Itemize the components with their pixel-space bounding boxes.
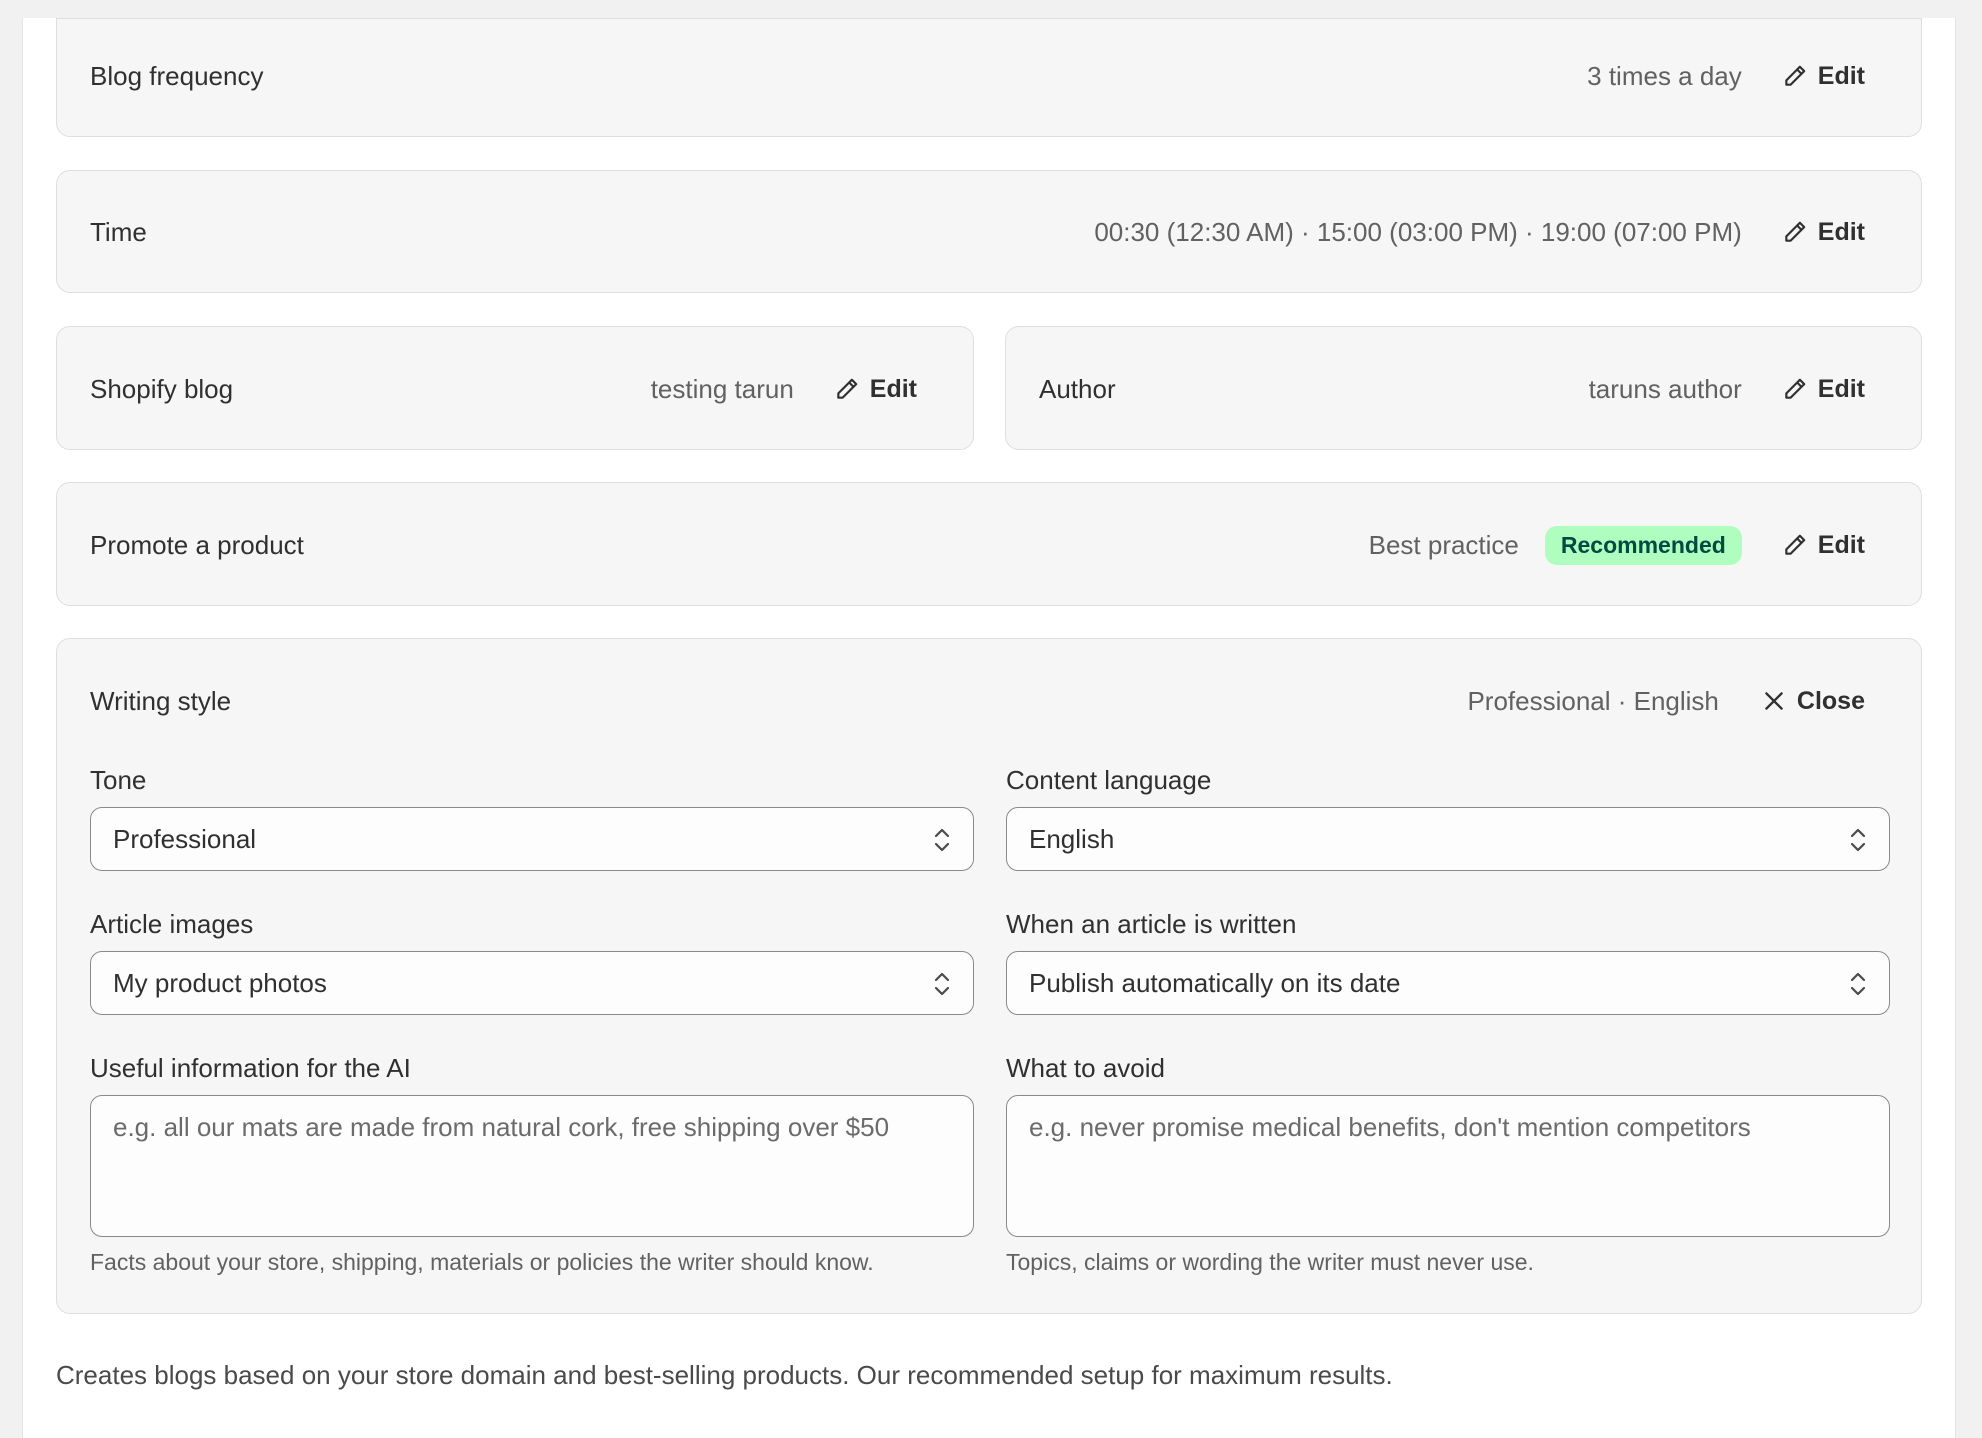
promote-product-card: Promote a product Best practice Recommen… — [56, 482, 1922, 606]
promote-product-label: Promote a product — [90, 530, 304, 560]
time-label: Time — [90, 217, 147, 247]
useful-info-textarea[interactable]: e.g. all our mats are made from natural … — [90, 1095, 974, 1237]
select-chevrons-icon — [934, 972, 950, 996]
author-label: Author — [1039, 374, 1116, 404]
shopify-blog-value: testing tarun — [650, 374, 794, 404]
content-language-select[interactable]: English — [1006, 807, 1890, 871]
pencil-icon — [1785, 534, 1806, 555]
blog-frequency-card: Blog frequency 3 times a day Edit — [56, 18, 1922, 137]
author-card: Author taruns author Edit — [1005, 326, 1922, 450]
pencil-icon — [1785, 65, 1806, 86]
recommended-badge: Recommended — [1544, 525, 1742, 565]
avoid-label: What to avoid — [1006, 1053, 1165, 1083]
writing-style-summary: Professional · English — [1467, 686, 1719, 716]
publish-mode-select[interactable]: Publish automatically on its date — [1006, 951, 1890, 1015]
useful-info-label: Useful information for the AI — [90, 1053, 411, 1083]
promote-product-value: Best practice — [1368, 530, 1519, 560]
time-value: 00:30 (12:30 AM) · 15:00 (03:00 PM) · 19… — [1094, 217, 1742, 247]
writing-style-close-button[interactable]: Close — [1761, 688, 1865, 714]
time-edit-button[interactable]: Edit — [1782, 219, 1865, 245]
writing-style-label: Writing style — [90, 686, 232, 716]
close-icon — [1765, 692, 1783, 710]
avoid-help: Topics, claims or wording the writer mus… — [1006, 1249, 1534, 1275]
footer-note: Creates blogs based on your store domain… — [56, 1360, 1393, 1390]
tone-select[interactable]: Professional — [90, 807, 974, 871]
pencil-icon — [1785, 221, 1806, 242]
tone-label: Tone — [90, 765, 147, 795]
article-images-select[interactable]: My product photos — [90, 951, 974, 1015]
article-images-label: Article images — [90, 909, 254, 939]
blog-frequency-value: 3 times a day — [1587, 61, 1742, 91]
publish-mode-label: When an article is written — [1006, 909, 1297, 939]
content-language-label: Content language — [1006, 765, 1212, 795]
select-chevrons-icon — [934, 828, 950, 852]
shopify-blog-label: Shopify blog — [90, 374, 234, 404]
author-edit-button[interactable]: Edit — [1782, 376, 1865, 402]
promote-product-edit-button[interactable]: Edit — [1782, 532, 1865, 558]
pencil-icon — [837, 378, 858, 399]
select-chevrons-icon — [1850, 972, 1866, 996]
time-card: Time 00:30 (12:30 AM) · 15:00 (03:00 PM)… — [56, 170, 1922, 293]
shopify-blog-card: Shopify blog testing tarun Edit — [56, 326, 974, 450]
useful-info-help: Facts about your store, shipping, materi… — [90, 1249, 874, 1275]
select-chevrons-icon — [1850, 828, 1866, 852]
blog-frequency-label: Blog frequency — [90, 61, 264, 91]
writing-style-card: Writing style Professional · English Clo… — [56, 638, 1922, 1314]
pencil-icon — [1785, 378, 1806, 399]
settings-panel: Blog frequency 3 times a day Edit Time 0… — [22, 18, 1956, 1438]
shopify-blog-edit-button[interactable]: Edit — [834, 376, 917, 402]
blog-frequency-edit-button[interactable]: Edit — [1782, 63, 1865, 89]
avoid-textarea[interactable]: e.g. never promise medical benefits, don… — [1006, 1095, 1890, 1237]
author-value: taruns author — [1588, 374, 1742, 404]
